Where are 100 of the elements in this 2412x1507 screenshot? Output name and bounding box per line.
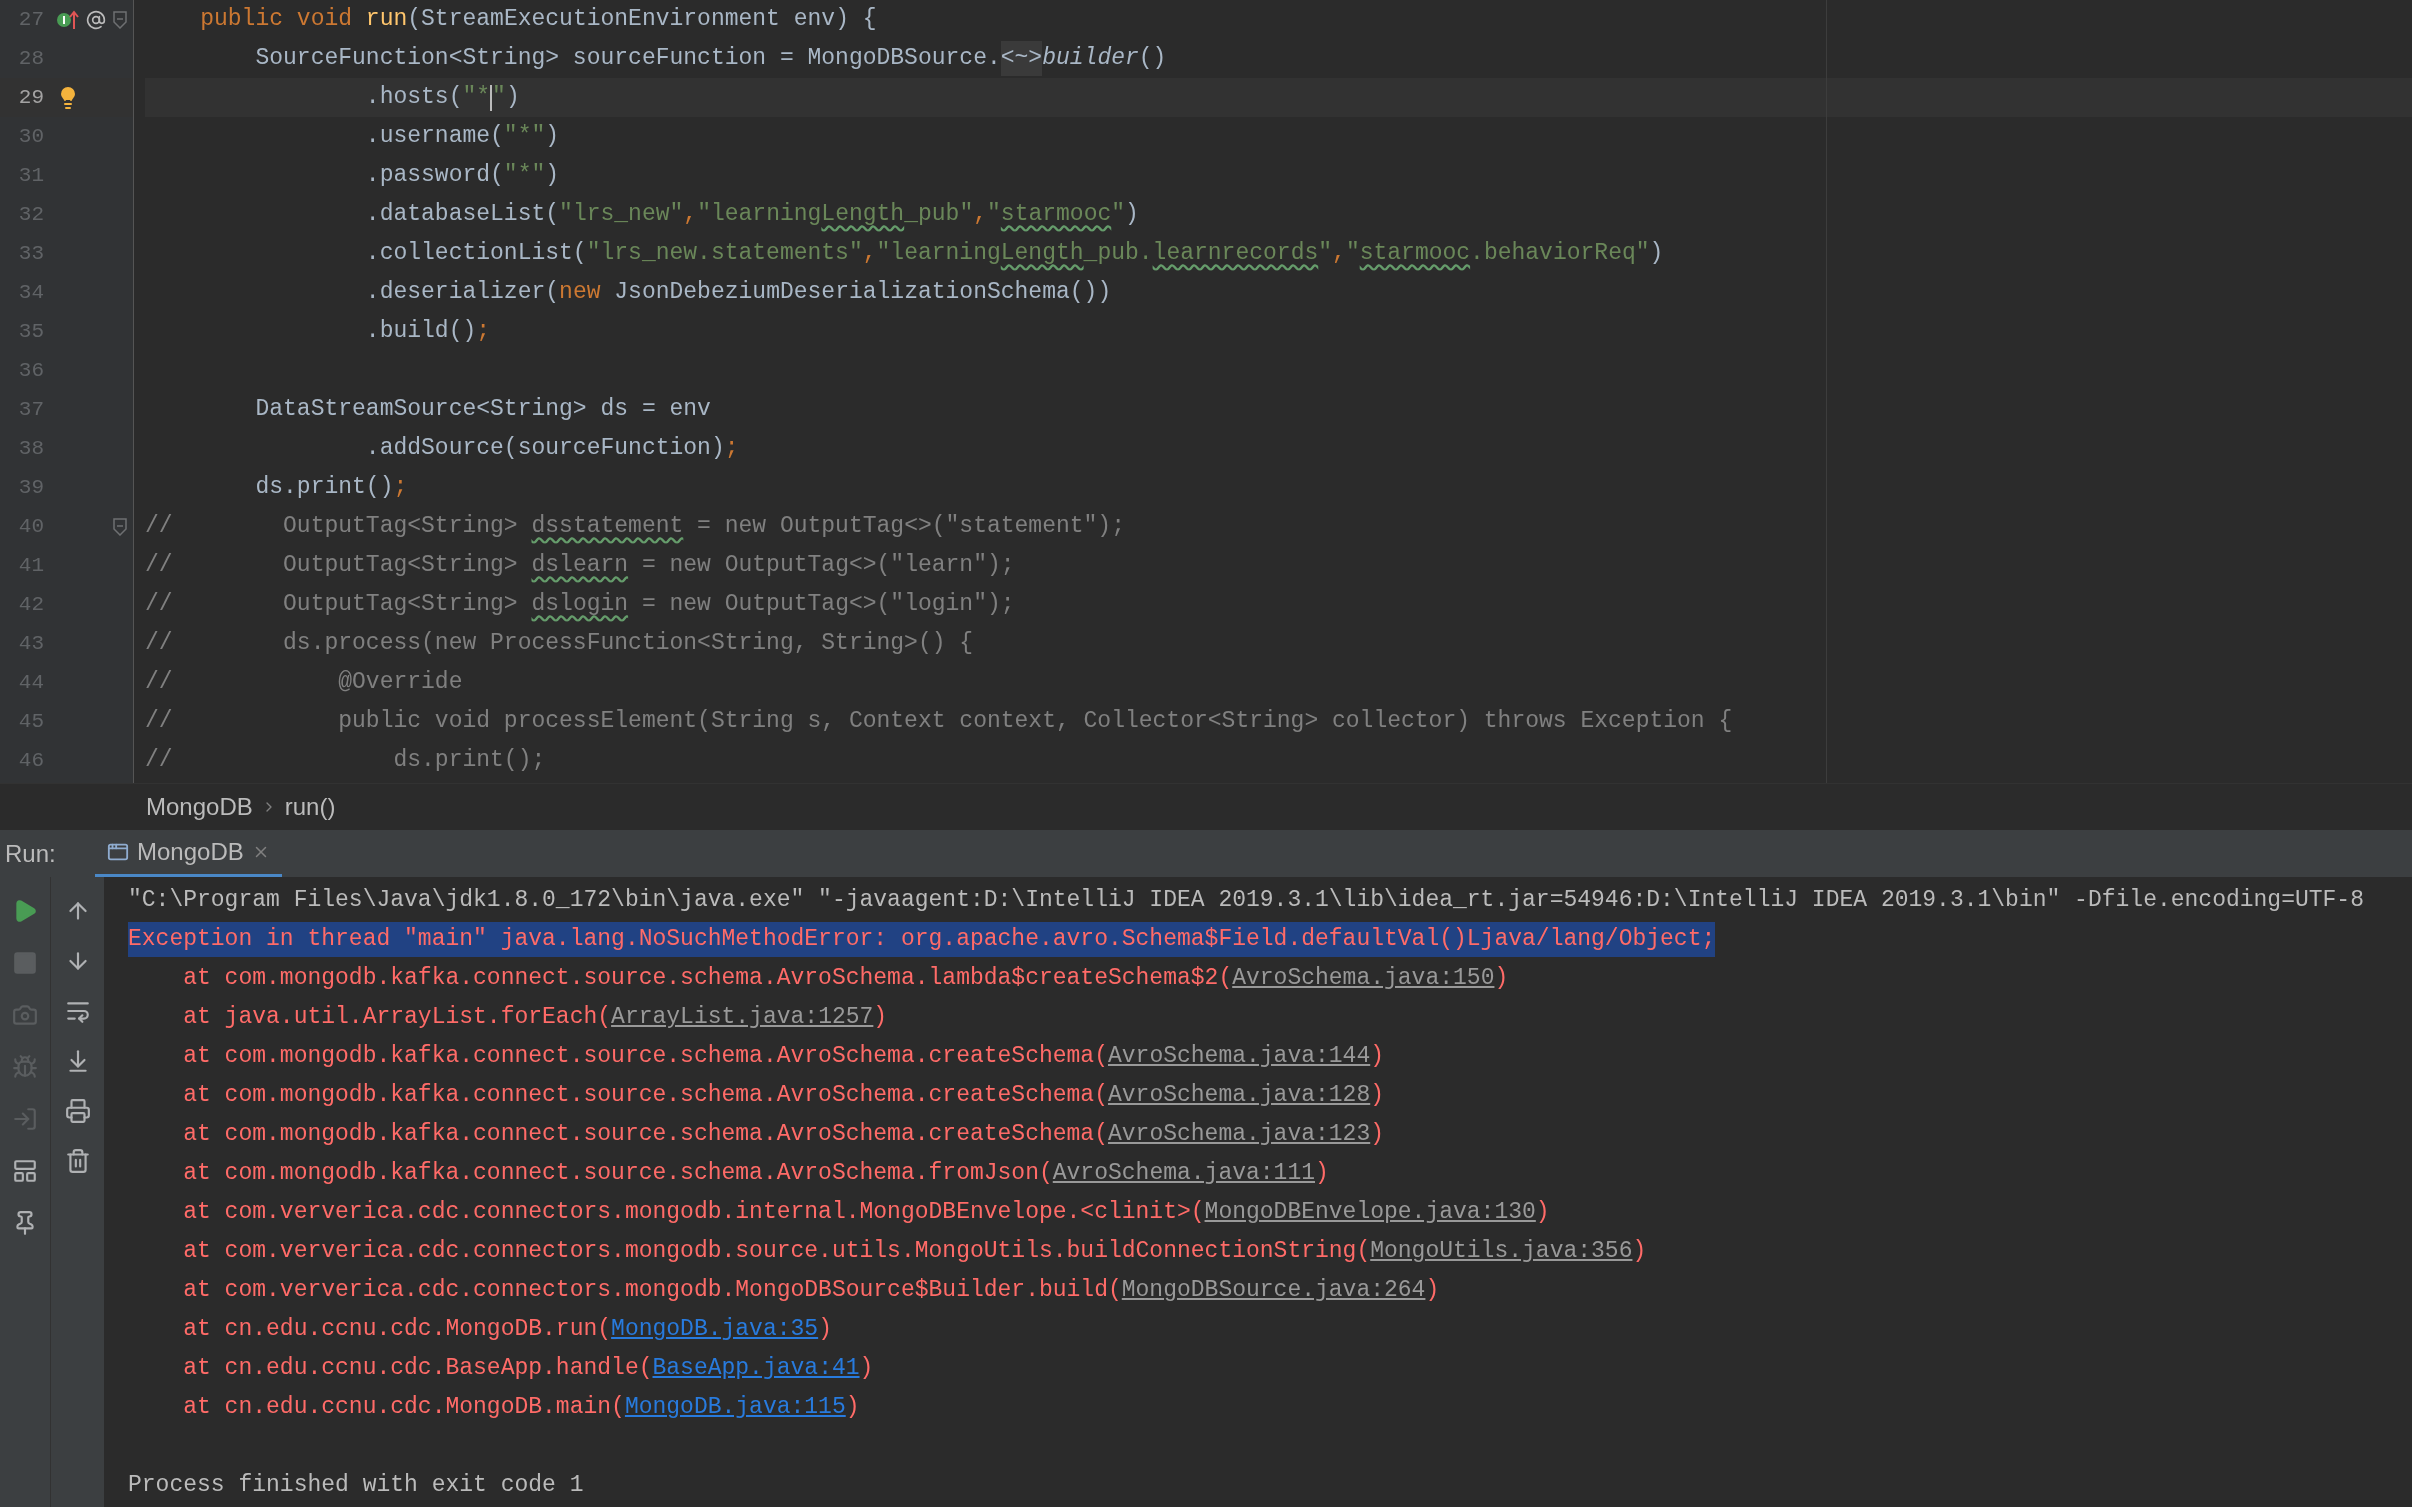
closing-paren: ) bbox=[1425, 1276, 1440, 1306]
stack-trace-line: at com.ververica.cdc.connectors.mongodb.source.utils.MongoUtils.buildConnectionString( bbox=[182, 1237, 1371, 1267]
breadcrumb[interactable]: MongoDB bbox=[146, 789, 253, 825]
source-link[interactable]: ArrayList.java:1257 bbox=[611, 1000, 874, 1035]
closing-paren: ) bbox=[1315, 1159, 1329, 1189]
console-line: Process finished with exit code 1 bbox=[128, 1471, 584, 1501]
line-number: 29 bbox=[17, 84, 44, 111]
source-link[interactable]: BaseApp.java:41 bbox=[652, 1351, 860, 1386]
code-text: () bbox=[1138, 44, 1167, 74]
comment-text: // public void processElement(String s, Context context, Collector<String> collector) throws Exception { bbox=[145, 707, 1733, 737]
keyword-text: ; bbox=[476, 317, 491, 347]
console-line: "C:\Program Files\Java\jdk1.8.0_172\bin\java.exe" "-javaagent:D:\IntelliJ IDEA 2019.3.1\lib\idea_rt.jar=54946:D:\IntelliJ IDEA 2019.3.1\bin" -Dfile.encoding=UTF-8 bbox=[128, 886, 2364, 916]
misspelled-word: starmooc bbox=[1359, 239, 1471, 269]
code-text: ) bbox=[1125, 200, 1139, 230]
run-label: Run: bbox=[4, 838, 57, 869]
code-text: .addSource(sourceFunction) bbox=[364, 434, 725, 464]
string-literal: "lrs_new" bbox=[559, 200, 684, 230]
closing-paren: ) bbox=[1632, 1237, 1647, 1267]
code-text: ) bbox=[505, 83, 520, 113]
fold-marker-icon[interactable] bbox=[112, 517, 128, 536]
code-text: ) bbox=[545, 122, 560, 152]
source-link[interactable]: AvroSchema.java:150 bbox=[1232, 961, 1495, 996]
error-message: Exception in thread "main" java.lang.NoSuchMethodError: org.apache.avro.Schema$Field.defaultVal()Ljava/lang/Object; bbox=[128, 922, 1716, 957]
layout-icon[interactable] bbox=[12, 1158, 38, 1184]
closing-paren: ) bbox=[818, 1315, 832, 1345]
print-icon[interactable] bbox=[64, 1098, 91, 1124]
keyword-text: , bbox=[1332, 239, 1346, 269]
stack-trace-line: at com.ververica.cdc.connectors.mongodb.internal.MongoDBEnvelope.<clinit>( bbox=[182, 1198, 1205, 1228]
stack-trace-line: at cn.edu.ccnu.cdc.MongoDB.main( bbox=[182, 1393, 625, 1423]
string-literal: .behaviorReq" bbox=[1470, 239, 1650, 269]
source-link[interactable]: MongoDB.java:35 bbox=[611, 1312, 819, 1347]
code-text: .collectionList( bbox=[364, 239, 587, 269]
method-name: run bbox=[365, 5, 408, 35]
stack-trace-line: at java.util.ArrayList.forEach( bbox=[182, 1003, 612, 1033]
code-text: JsonDebeziumDeserializationSchema()) bbox=[613, 278, 1112, 308]
string-literal: " bbox=[1318, 239, 1333, 269]
fold-marker-icon[interactable] bbox=[112, 10, 128, 29]
code-text: DataStreamSource<String> ds = env bbox=[254, 395, 711, 425]
keyword-text: , bbox=[973, 200, 987, 230]
misspelled-word: dslearn bbox=[531, 551, 629, 581]
code-text: ds.print() bbox=[254, 473, 394, 503]
keyword-text: ; bbox=[393, 473, 408, 503]
closing-paren: ) bbox=[1370, 1042, 1385, 1072]
comment-text: = new OutputTag<>("learn"); bbox=[640, 551, 1015, 581]
source-link[interactable]: AvroSchema.java:144 bbox=[1107, 1039, 1371, 1074]
comment-text: // @Override bbox=[145, 668, 463, 698]
stack-trace-line: at com.mongodb.kafka.connect.source.schema.AvroSchema.createSchema( bbox=[182, 1081, 1108, 1111]
closing-paren: ) bbox=[873, 1003, 888, 1033]
annotation-icon[interactable] bbox=[86, 9, 106, 30]
keyword-text: , bbox=[683, 200, 698, 230]
string-literal: " bbox=[1345, 239, 1360, 269]
keyword-text: new bbox=[559, 278, 601, 308]
source-link[interactable]: AvroSchema.java:128 bbox=[1107, 1078, 1371, 1113]
string-literal: " bbox=[492, 83, 506, 113]
comment-text: // OutputTag<String> bbox=[145, 590, 519, 620]
code-text: (StreamExecutionEnvironment env) { bbox=[407, 5, 877, 35]
comment-text: // ds.print(); bbox=[145, 746, 546, 776]
stack-trace-line: at com.mongodb.kafka.connect.source.schema.AvroSchema.createSchema( bbox=[182, 1042, 1108, 1072]
closing-paren: ) bbox=[1535, 1198, 1550, 1228]
code-text: .password( bbox=[364, 161, 504, 191]
string-literal: "learning bbox=[697, 200, 822, 230]
breadcrumb[interactable]: run() bbox=[284, 789, 336, 825]
misspelled-word: Length bbox=[821, 200, 905, 230]
stack-trace-line: at com.mongodb.kafka.connect.source.schema.AvroSchema.fromJson( bbox=[182, 1159, 1053, 1189]
keyword-text: ; bbox=[724, 434, 739, 464]
stack-trace-line: at com.ververica.cdc.connectors.mongodb.MongoDBSource$Builder.build( bbox=[182, 1276, 1122, 1306]
string-literal: "learning bbox=[876, 239, 1001, 269]
string-literal: " bbox=[987, 200, 1001, 230]
source-link[interactable]: MongoUtils.java:356 bbox=[1370, 1234, 1633, 1269]
code-text: .build() bbox=[364, 317, 477, 347]
code-text: ) bbox=[1649, 239, 1664, 269]
misspelled-word: starmooc bbox=[1000, 200, 1112, 230]
keyword-text: , bbox=[862, 239, 877, 269]
source-link[interactable]: MongoDB.java:115 bbox=[624, 1390, 846, 1425]
code-text: .hosts( bbox=[364, 83, 463, 113]
comment-text: = new OutputTag<>("login"); bbox=[640, 590, 1015, 620]
stack-trace-line: at com.mongodb.kafka.connect.source.schema.AvroSchema.createSchema( bbox=[182, 1120, 1108, 1150]
console-window-icon bbox=[107, 841, 129, 863]
comment-text: = new OutputTag<>("statement"); bbox=[696, 512, 1125, 542]
string-literal: "*" bbox=[503, 161, 546, 191]
code-text: .deserializer( bbox=[364, 278, 560, 308]
keyword-text: public void bbox=[199, 5, 354, 35]
comment-text: // ds.process(new ProcessFunction<String, String>() { bbox=[145, 629, 974, 659]
code-text: .username( bbox=[364, 122, 504, 152]
closing-paren: ) bbox=[1370, 1081, 1385, 1111]
misspelled-word: dslogin bbox=[531, 590, 629, 620]
folded-code: <~> bbox=[1000, 41, 1043, 76]
implements-marker-icon[interactable] bbox=[56, 8, 82, 31]
closing-paren: ) bbox=[1494, 964, 1509, 994]
comment-text: // OutputTag<String> bbox=[145, 551, 519, 581]
source-link[interactable]: AvroSchema.java:123 bbox=[1107, 1117, 1371, 1152]
stack-trace-line: at cn.edu.ccnu.cdc.BaseApp.handle( bbox=[182, 1354, 653, 1384]
stack-trace-line: at cn.edu.ccnu.cdc.MongoDB.run( bbox=[182, 1315, 612, 1345]
string-literal: " bbox=[1111, 200, 1126, 230]
source-link[interactable]: MongoDBEnvelope.java:130 bbox=[1204, 1195, 1536, 1230]
trash-icon[interactable] bbox=[64, 1148, 91, 1174]
string-literal: _pub. bbox=[1083, 239, 1153, 269]
source-link[interactable]: MongoDBSource.java:264 bbox=[1121, 1273, 1426, 1308]
source-link[interactable]: AvroSchema.java:111 bbox=[1052, 1156, 1315, 1191]
closing-paren: ) bbox=[1370, 1120, 1385, 1150]
